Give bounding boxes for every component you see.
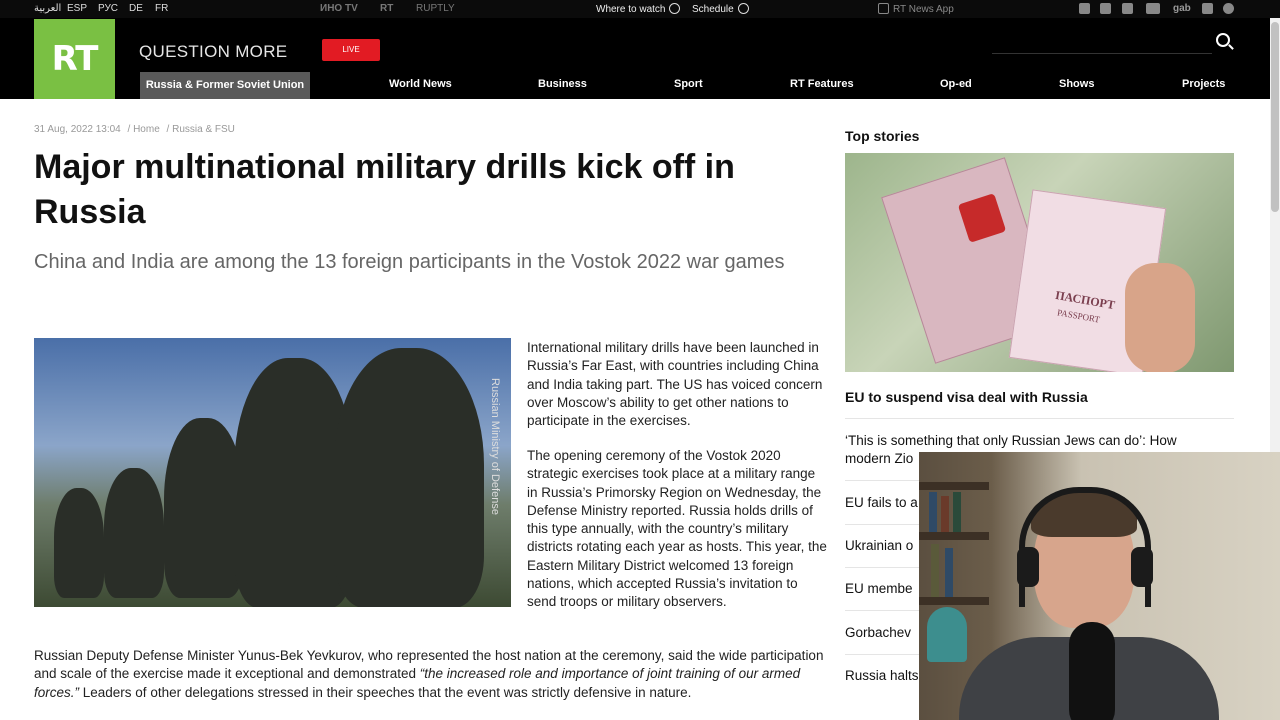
telegram-icon[interactable] [1079,3,1090,14]
lang-fr-link[interactable]: FR [155,3,168,14]
facebook-icon[interactable] [1202,3,1213,14]
live-button[interactable]: LIVE [322,39,380,61]
book [945,548,953,597]
gab-icon[interactable]: gab [1173,3,1191,14]
lang-esp-link[interactable]: ESP [67,3,87,14]
vk-icon[interactable] [1146,3,1160,14]
webcam-overlay [919,452,1280,720]
rt-logo[interactable]: RT [34,19,115,99]
schedule-link[interactable]: Schedule [692,3,749,15]
clock-icon [737,3,749,14]
rt-app-link[interactable]: RT News App [878,3,954,15]
article-date: 31 Aug, 2022 13:04 [34,124,121,135]
other-icon[interactable] [1223,3,1234,14]
book [941,496,949,532]
para3-end: Leaders of other delegations stressed in… [79,684,692,700]
article-paragraph-3: Russian Deputy Defense Minister Yunus-Be… [34,647,829,702]
ino-tv-link[interactable]: ИНО TV [320,3,358,14]
site-header: RT QUESTION MORE LIVE Russia & Former So… [0,18,1270,99]
bookshelf [919,482,989,490]
soldier-figure [164,418,244,598]
scrollbar-thumb[interactable] [1271,22,1279,212]
bookshelf [919,597,989,605]
headphone-right-cup [1131,547,1153,587]
search-input[interactable] [992,53,1212,54]
nav-sport[interactable]: Sport [674,78,703,90]
nav-shows[interactable]: Shows [1059,78,1094,90]
soldier-figure [54,488,104,598]
breadcrumb-russia-fsu[interactable]: / Russia & FSU [167,124,235,135]
app-icon [878,3,889,14]
soldier-figure [334,348,484,607]
nav-russia-fsu[interactable]: Russia & Former Soviet Union [140,72,310,99]
nav-business[interactable]: Business [538,78,587,90]
search-icon[interactable] [1216,33,1230,47]
article-title: Major multinational military drills kick… [34,148,735,231]
top-bar: العربية ESP РУС DE FR ИНО TV RT RUPTLY W… [0,0,1280,18]
schedule-label: Schedule [692,4,734,15]
lang-arabic-link[interactable]: العربية [34,3,61,14]
soldier-figure [104,468,164,598]
article-subtitle: China and India are among the 13 foreign… [34,251,785,273]
slogan: QUESTION MORE [139,42,288,61]
divider [845,418,1234,419]
article-paragraph-1: International military drills have been … [527,340,823,429]
play-icon [669,3,681,14]
book [953,492,961,532]
rt-app-label: RT News App [893,4,954,15]
article-meta: 31 Aug, 2022 13:04 / Home / Russia & FSU [34,124,239,135]
nav-world-news[interactable]: World News [389,78,452,90]
top-story-image[interactable]: ПАСПОРТ PASSPORT [845,153,1234,372]
rt-doc-link[interactable]: RT [380,3,393,14]
book [931,544,939,597]
article-photo[interactable]: Russian Ministry of Defense [34,338,511,607]
bookshelf [919,532,989,540]
microphone-icon [1069,622,1115,720]
lead-story-link[interactable]: EU to suspend visa deal with Russia [845,389,1088,405]
breadcrumb-home[interactable]: / Home [128,124,160,135]
lang-de-link[interactable]: DE [129,3,143,14]
lang-rus-link[interactable]: РУС [98,3,118,14]
ruptly-link[interactable]: RUPTLY [416,3,455,14]
photo-credit: Russian Ministry of Defense [489,378,501,515]
book [929,492,937,532]
twitter-icon[interactable] [1122,3,1133,14]
rss-icon[interactable] [1100,3,1111,14]
hand [1125,263,1195,372]
nav-rt-features[interactable]: RT Features [790,78,854,90]
top-stories-heading: Top stories [845,128,920,144]
article-paragraph-2: The opening ceremony of the Vostok 2020 … [527,448,827,610]
nav-op-ed[interactable]: Op-ed [940,78,972,90]
where-to-watch-label: Where to watch [596,4,666,15]
headphone-left-cup [1017,547,1039,587]
headphones-icon [1019,487,1151,607]
lamp [927,607,967,662]
where-to-watch-link[interactable]: Where to watch [596,3,681,15]
nav-projects[interactable]: Projects [1182,78,1225,90]
